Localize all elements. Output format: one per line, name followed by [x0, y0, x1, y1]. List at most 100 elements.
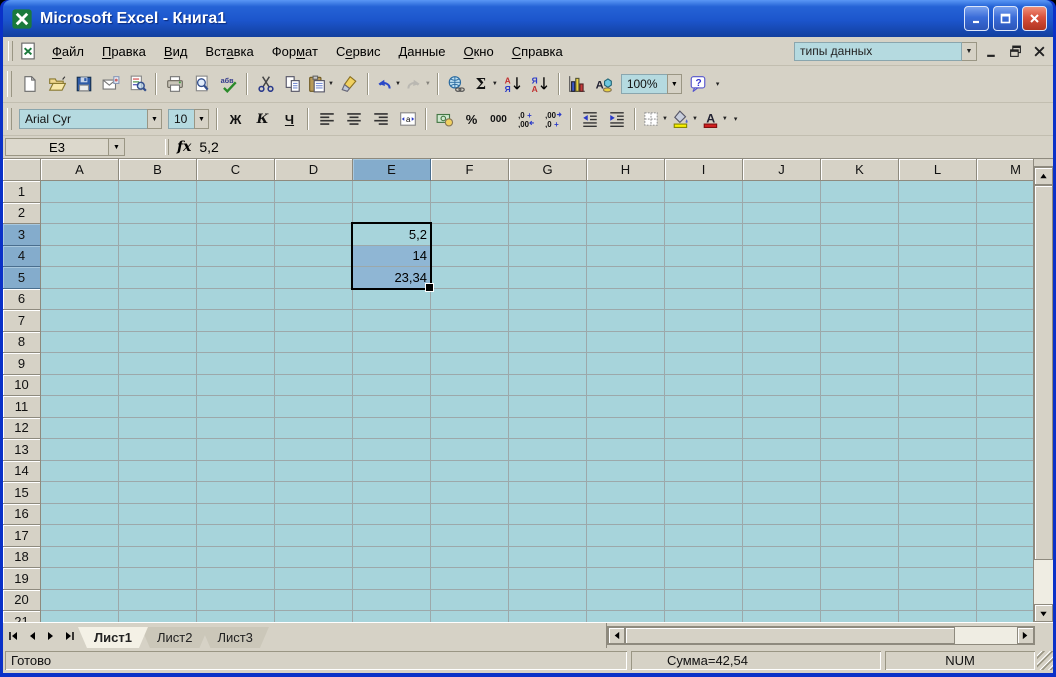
cell-C17[interactable] — [197, 525, 275, 547]
cell-H21[interactable] — [587, 611, 665, 622]
cell-G2[interactable] — [509, 202, 587, 224]
cell-A8[interactable] — [41, 331, 119, 353]
row-header-1[interactable]: 1 — [3, 181, 41, 203]
cell-M17[interactable] — [977, 525, 1033, 547]
copy-button[interactable] — [280, 72, 305, 97]
sheet-tab-лист3[interactable]: Лист3 — [201, 627, 268, 648]
cell-J9[interactable] — [743, 353, 821, 375]
cell-I3[interactable] — [665, 224, 743, 246]
cell-I12[interactable] — [665, 417, 743, 439]
row-header-17[interactable]: 17 — [3, 525, 41, 547]
toolbar-options-icon[interactable]: ▾ — [716, 81, 720, 88]
cell-M18[interactable] — [977, 547, 1033, 568]
help-question-box[interactable]: типы данных — [794, 41, 962, 61]
cell-C11[interactable] — [197, 396, 275, 418]
tab-split-handle[interactable] — [598, 623, 607, 648]
zoom-dropdown-icon[interactable]: ▼ — [666, 74, 682, 94]
vertical-split-handle[interactable] — [1034, 159, 1053, 167]
cell-H9[interactable] — [587, 353, 665, 375]
cell-F2[interactable] — [431, 202, 509, 224]
cell-F15[interactable] — [431, 482, 509, 504]
cell-F14[interactable] — [431, 460, 509, 482]
cell-E13[interactable] — [353, 439, 431, 461]
cell-K4[interactable] — [821, 245, 899, 267]
cell-B16[interactable] — [119, 503, 197, 525]
cell-H15[interactable] — [587, 482, 665, 504]
cell-L12[interactable] — [899, 417, 977, 439]
sheet-minimize-button[interactable] — [982, 43, 1001, 60]
row-header-10[interactable]: 10 — [3, 374, 41, 396]
cell-E8[interactable] — [353, 331, 431, 353]
cell-B18[interactable] — [119, 546, 197, 568]
cell-F20[interactable] — [431, 589, 509, 611]
cell-L9[interactable] — [899, 353, 977, 375]
cell-E6[interactable] — [353, 288, 431, 310]
cell-F16[interactable] — [431, 503, 509, 525]
cell-E18[interactable] — [353, 546, 431, 568]
paste-dropdown-icon[interactable]: ▼ — [328, 81, 334, 87]
formatting-toolbar-grip[interactable] — [7, 107, 12, 131]
cell-M9[interactable] — [977, 353, 1033, 375]
next-sheet-icon[interactable] — [42, 627, 59, 644]
cell-J5[interactable] — [743, 267, 821, 289]
cell-F13[interactable] — [431, 439, 509, 461]
fill-color-button[interactable]: ▼ — [671, 107, 699, 132]
bold-button[interactable]: Ж — [223, 107, 248, 132]
cut-button[interactable] — [253, 72, 278, 97]
menu-вставка[interactable]: Вставка — [196, 41, 262, 62]
workbook-icon[interactable] — [19, 42, 37, 60]
menu-данные[interactable]: Данные — [389, 41, 454, 62]
cell-A20[interactable] — [41, 589, 119, 611]
cell-E2[interactable] — [353, 202, 431, 224]
cell-K2[interactable] — [821, 202, 899, 224]
cell-C13[interactable] — [197, 439, 275, 461]
cell-D15[interactable] — [275, 482, 353, 504]
cell-E15[interactable] — [353, 482, 431, 504]
cell-D20[interactable] — [275, 589, 353, 611]
cell-G11[interactable] — [509, 396, 587, 418]
column-header-A[interactable]: A — [41, 159, 119, 181]
cell-C20[interactable] — [197, 589, 275, 611]
increase-indent-button[interactable] — [604, 107, 629, 132]
underline-button[interactable]: Ч — [277, 107, 302, 132]
cell-J8[interactable] — [743, 331, 821, 353]
open-button[interactable] — [44, 72, 69, 97]
previous-sheet-icon[interactable] — [23, 627, 40, 644]
cell-J4[interactable] — [743, 245, 821, 267]
spelling-button[interactable]: абв — [216, 72, 241, 97]
cell-I15[interactable] — [665, 482, 743, 504]
search-button[interactable] — [125, 72, 150, 97]
cell-G21[interactable] — [509, 611, 587, 622]
cell-H14[interactable] — [587, 460, 665, 482]
cell-M21[interactable] — [977, 611, 1033, 622]
paste-button[interactable]: ▼ — [307, 72, 335, 97]
zoom-combo[interactable]: 100% ▼ — [620, 74, 682, 94]
print-preview-button[interactable] — [189, 72, 214, 97]
cell-I1[interactable] — [665, 181, 743, 203]
cell-K19[interactable] — [821, 568, 899, 590]
cell-I11[interactable] — [665, 396, 743, 418]
cell-L3[interactable] — [899, 224, 977, 246]
sort-descending-button[interactable]: ЯА — [528, 72, 553, 97]
undo-dropdown-icon[interactable]: ▼ — [395, 81, 401, 87]
cell-A13[interactable] — [41, 439, 119, 461]
row-header-18[interactable]: 18 — [3, 546, 41, 568]
menu-окно[interactable]: Окно — [454, 41, 502, 62]
cell-L8[interactable] — [899, 331, 977, 353]
cell-M11[interactable] — [977, 396, 1033, 418]
cell-C4[interactable] — [197, 245, 275, 267]
column-header-L[interactable]: L — [899, 159, 977, 181]
column-header-M[interactable]: M — [977, 159, 1033, 181]
column-header-H[interactable]: H — [587, 159, 665, 181]
vertical-scroll-thumb[interactable] — [1034, 185, 1053, 560]
cell-G1[interactable] — [509, 181, 587, 203]
cell-J13[interactable] — [743, 439, 821, 461]
cell-A19[interactable] — [41, 568, 119, 590]
minimize-button[interactable] — [964, 6, 989, 31]
cell-L4[interactable] — [899, 245, 977, 267]
row-header-16[interactable]: 16 — [3, 503, 41, 525]
cell-J11[interactable] — [743, 396, 821, 418]
cell-L19[interactable] — [899, 568, 977, 590]
cell-B5[interactable] — [119, 267, 197, 289]
align-center-button[interactable] — [341, 107, 366, 132]
